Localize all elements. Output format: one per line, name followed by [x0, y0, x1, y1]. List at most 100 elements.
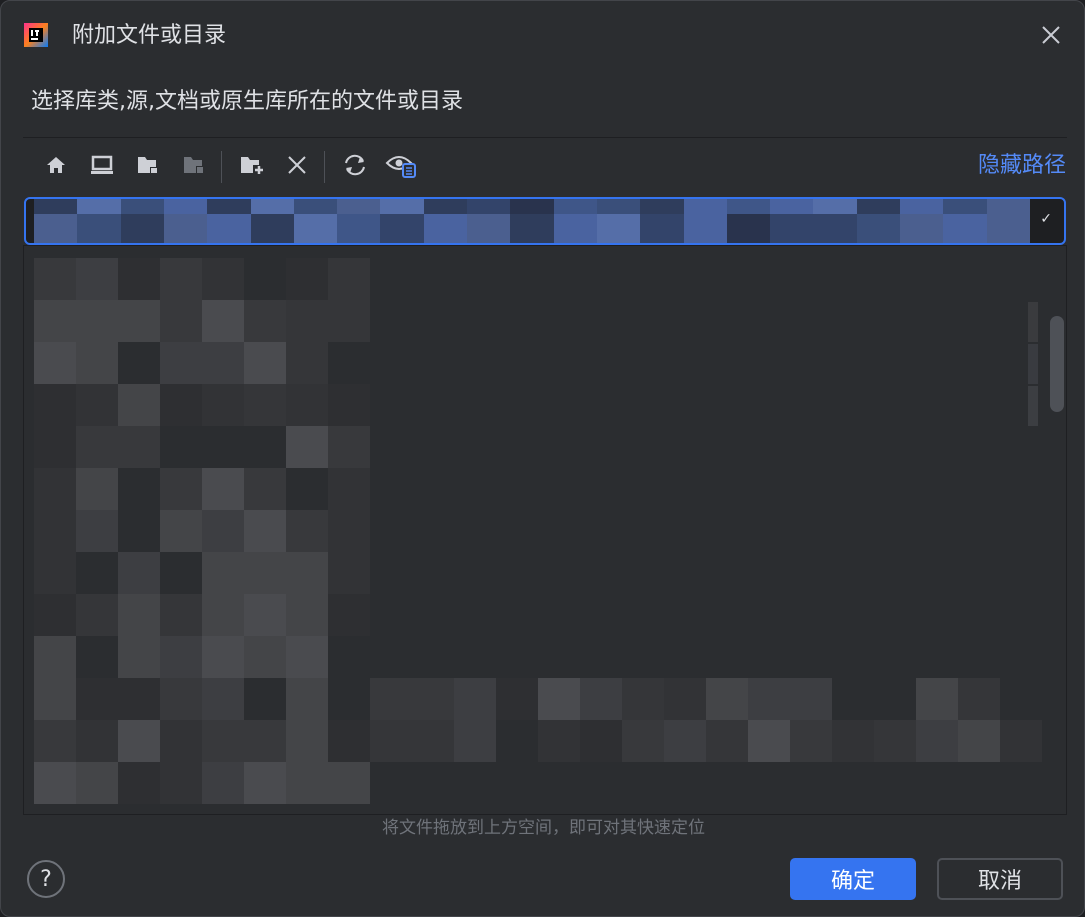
- mosaic-block: [286, 678, 328, 720]
- mosaic-block: [118, 552, 160, 594]
- mosaic-block: [202, 552, 244, 594]
- mosaic-block: [370, 678, 412, 720]
- hide-path-link[interactable]: 隐藏路径: [978, 151, 1066, 181]
- new-folder-button[interactable]: [233, 147, 271, 187]
- mosaic-block: [454, 720, 496, 762]
- mosaic-block: [286, 552, 328, 594]
- mosaic-block: [958, 678, 1000, 720]
- mosaic-block: [328, 510, 370, 552]
- mosaic-block: [423, 199, 468, 214]
- mosaic-block: [244, 552, 286, 594]
- mosaic-block: [118, 762, 160, 804]
- delete-icon: [286, 154, 308, 180]
- module-folder-icon: [182, 154, 206, 180]
- mosaic-block: [510, 199, 554, 214]
- mosaic-block: [34, 594, 76, 636]
- mosaic-block: [856, 199, 901, 214]
- mosaic-block: [34, 426, 76, 468]
- mosaic-block: [286, 720, 328, 762]
- mosaic-block: [412, 678, 454, 720]
- mosaic-block: [286, 594, 328, 636]
- mosaic-block: [160, 594, 202, 636]
- mosaic-block: [160, 258, 202, 300]
- mosaic-block: [202, 636, 244, 678]
- mosaic-block: [622, 678, 664, 720]
- mosaic-block: [160, 384, 202, 426]
- mosaic-block: [328, 468, 370, 510]
- mosaic-block: [207, 199, 251, 214]
- mosaic-block: [160, 678, 202, 720]
- scroll-markers: [1028, 302, 1038, 427]
- mosaic-block: [916, 720, 958, 762]
- mosaic-block: [244, 384, 286, 426]
- ok-button[interactable]: 确定: [790, 858, 916, 900]
- mosaic-block: [286, 426, 328, 468]
- mosaic-block: [553, 213, 597, 243]
- mosaic-block: [160, 468, 202, 510]
- mosaic-block: [706, 720, 748, 762]
- mosaic-block: [640, 213, 684, 243]
- mosaic-block: [683, 199, 727, 214]
- mosaic-block: [467, 199, 511, 214]
- module-folder-button[interactable]: [175, 147, 213, 187]
- mosaic-block: [76, 342, 118, 384]
- title-bar: 附加文件或目录: [1, 1, 1084, 71]
- mosaic-block: [958, 720, 1000, 762]
- mosaic-block: [900, 199, 944, 214]
- mosaic-block: [202, 594, 244, 636]
- file-tree-panel[interactable]: [23, 245, 1067, 815]
- mosaic-block: [916, 678, 958, 720]
- refresh-button[interactable]: [336, 147, 374, 187]
- mosaic-block: [76, 384, 118, 426]
- home-icon: [45, 154, 67, 180]
- mosaic-block: [34, 384, 76, 426]
- mosaic-block: [286, 384, 328, 426]
- mosaic-block: [76, 720, 118, 762]
- mosaic-block: [748, 678, 790, 720]
- mosaic-block: [293, 199, 338, 214]
- mosaic-block: [286, 300, 328, 342]
- mosaic-block: [202, 342, 244, 384]
- mosaic-block: [34, 258, 76, 300]
- help-button[interactable]: ?: [27, 860, 65, 898]
- mosaic-block: [496, 678, 538, 720]
- mosaic-block: [202, 720, 244, 762]
- mosaic-block: [337, 199, 381, 214]
- mosaic-block: [286, 342, 328, 384]
- home-button[interactable]: [37, 147, 75, 187]
- mosaic-block: [538, 678, 580, 720]
- mosaic-block: [160, 636, 202, 678]
- mosaic-block: [337, 213, 381, 243]
- mosaic-block: [986, 199, 1030, 214]
- mosaic-block: [790, 720, 832, 762]
- mosaic-block: [34, 468, 76, 510]
- mosaic-block: [770, 199, 814, 214]
- mosaic-block: [328, 720, 370, 762]
- mosaic-block: [160, 342, 202, 384]
- vertical-scrollbar[interactable]: [1050, 316, 1064, 412]
- dialog-description: 选择库类,源,文档或原生库所在的文件或目录: [31, 89, 463, 114]
- mosaic-block: [832, 720, 874, 762]
- mosaic-block: [748, 720, 790, 762]
- project-folder-button[interactable]: [129, 147, 167, 187]
- mosaic-block: [580, 720, 622, 762]
- mosaic-block: [76, 426, 118, 468]
- mosaic-block: [160, 510, 202, 552]
- mosaic-block: [640, 199, 684, 214]
- desktop-button[interactable]: [83, 147, 121, 187]
- delete-button[interactable]: [278, 147, 316, 187]
- mosaic-block: [34, 199, 78, 214]
- mosaic-block: [286, 762, 328, 804]
- close-button[interactable]: [1035, 21, 1067, 53]
- mosaic-block: [244, 636, 286, 678]
- path-input[interactable]: ✓: [24, 197, 1066, 245]
- mosaic-block: [163, 213, 208, 243]
- cancel-button[interactable]: 取消: [937, 858, 1063, 900]
- mosaic-block: [118, 678, 160, 720]
- obscured-path-text: [34, 199, 1030, 243]
- show-hidden-files-button[interactable]: [382, 147, 420, 187]
- mosaic-block: [34, 300, 76, 342]
- mosaic-block: [34, 762, 76, 804]
- toolbar-separator: [221, 151, 222, 183]
- mosaic-block: [454, 678, 496, 720]
